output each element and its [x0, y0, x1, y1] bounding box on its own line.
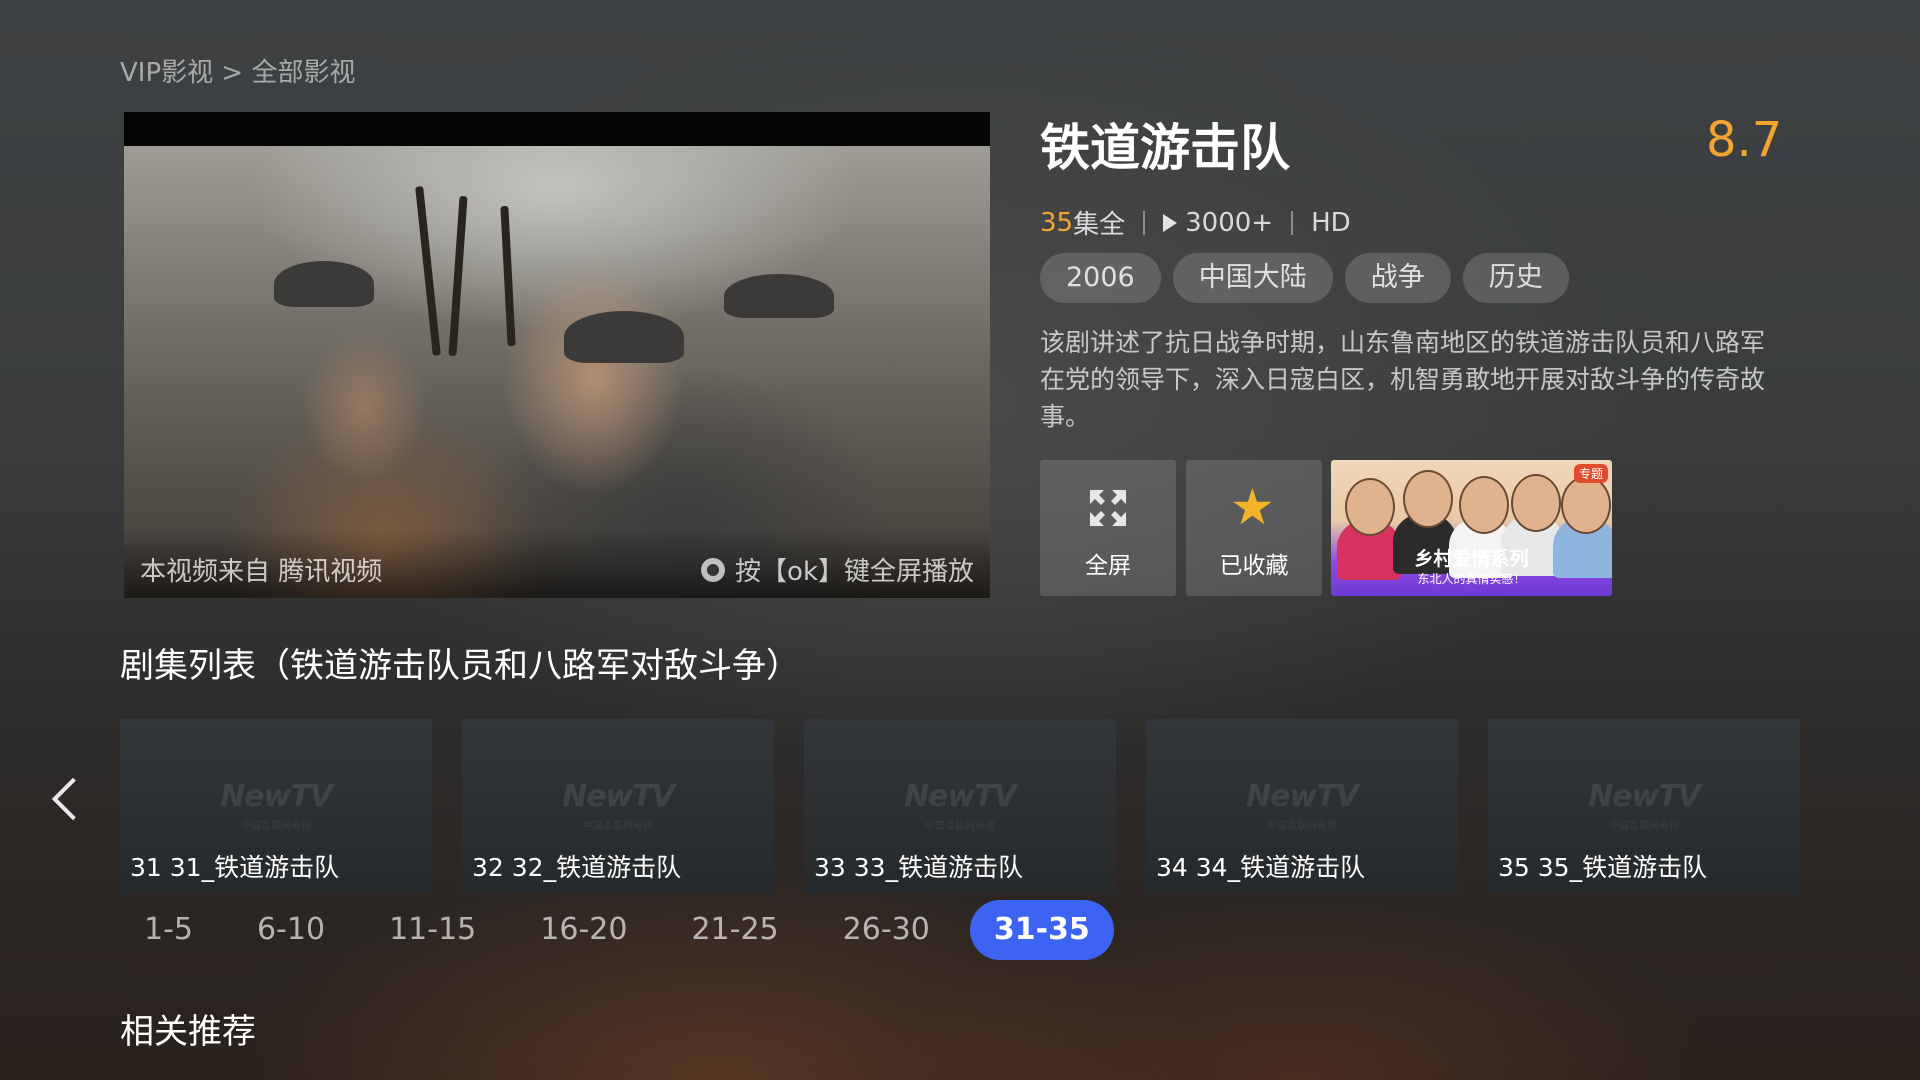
star-icon: ★ [1230, 478, 1275, 536]
promo-title: 乡村爱情系列 [1414, 548, 1529, 570]
episode-label: 33 33_铁道游击队 [814, 853, 1024, 882]
quality-label: HD [1311, 207, 1351, 238]
range-tab-21-25[interactable]: 21-25 [667, 900, 802, 960]
range-tab-6-10[interactable]: 6-10 [233, 900, 349, 960]
fullscreen-label: 全屏 [1085, 553, 1131, 579]
episode-section-title: 剧集列表（铁道游击队员和八路军对敌斗争） [120, 646, 800, 686]
episode-card[interactable]: NewTV 中国互联网电视 35 35_铁道游击队 [1488, 719, 1800, 894]
rating-score: 8.7 [1706, 112, 1783, 168]
episode-label: 31 31_铁道游击队 [130, 853, 340, 882]
favorite-label: 已收藏 [1219, 553, 1289, 579]
newtv-logo-sub: 中国互联网电视 [925, 821, 995, 832]
show-description: 该剧讲述了抗日战争时期，山东鲁南地区的铁道游击队员和八路军在党的领导下，深入日寇… [1040, 328, 1766, 431]
newtv-logo-sub: 中国互联网电视 [1267, 821, 1337, 832]
episode-label: 35 35_铁道游击队 [1498, 853, 1708, 882]
divider [1291, 210, 1294, 235]
range-tab-26-30[interactable]: 26-30 [819, 900, 954, 960]
episode-card[interactable]: NewTV 中国互联网电视 32 32_铁道游击队 [462, 719, 774, 894]
episode-count: 35 [1040, 207, 1074, 238]
episode-label: 32 32_铁道游击队 [472, 853, 682, 882]
episode-card[interactable]: NewTV 中国互联网电视 34 34_铁道游击队 [1146, 719, 1458, 894]
newtv-logo-sub: 中国互联网电视 [241, 821, 311, 832]
tag-year: 2006 [1040, 253, 1161, 303]
fullscreen-hint-text: 按【ok】键全屏播放 [735, 557, 974, 587]
newtv-logo: NewTV [220, 779, 333, 814]
tag-region: 中国大陆 [1172, 253, 1333, 303]
play-count: 3000+ [1185, 207, 1274, 238]
newtv-logo: NewTV [562, 779, 675, 814]
tag-list: 2006 中国大陆 战争 历史 [1040, 253, 1569, 303]
fullscreen-hint: 按【ok】键全屏播放 [701, 551, 974, 588]
favorite-button[interactable]: ★ 已收藏 [1186, 460, 1322, 596]
divider [1143, 210, 1146, 235]
breadcrumb: VIP影视 > 全部影视 [120, 58, 356, 88]
newtv-logo: NewTV [904, 779, 1017, 814]
remote-ok-icon [701, 557, 726, 582]
show-title: 铁道游击队 [1040, 119, 1290, 177]
newtv-logo: NewTV [1246, 779, 1359, 814]
newtv-logo-sub: 中国互联网电视 [1609, 821, 1679, 832]
episode-label: 34 34_铁道游击队 [1156, 853, 1366, 882]
promo-badge: 专题 [1573, 464, 1608, 483]
newtv-logo: NewTV [1588, 779, 1701, 814]
newtv-logo-sub: 中国互联网电视 [583, 821, 653, 832]
play-count-icon [1163, 213, 1178, 232]
fullscreen-button[interactable]: 全屏 [1040, 460, 1176, 596]
tag-genre-war: 战争 [1344, 253, 1451, 303]
letterbox-bar [124, 112, 990, 146]
video-player[interactable]: 本视频来自 腾讯视频 按【ok】键全屏播放 [124, 112, 990, 598]
chevron-left-icon[interactable] [51, 777, 95, 821]
video-source-text: 本视频来自 腾讯视频 [140, 557, 383, 587]
promo-banner[interactable]: 专题 乡村爱情系列 东北人的真情实感！ [1331, 460, 1612, 596]
episode-suffix: 集全 [1073, 210, 1126, 240]
tag-genre-history: 历史 [1462, 253, 1569, 303]
episode-range-tabs: 1-5 6-10 11-15 16-20 21-25 26-30 31-35 [120, 900, 1130, 960]
promo-subtitle: 东北人的真情实感！ [1417, 572, 1526, 586]
related-section-title: 相关推荐 [120, 1012, 256, 1052]
fullscreen-icon [1090, 490, 1126, 526]
episode-card[interactable]: NewTV 中国互联网电视 31 31_铁道游击队 [120, 719, 432, 894]
range-tab-1-5[interactable]: 1-5 [120, 900, 217, 960]
episode-card[interactable]: NewTV 中国互联网电视 33 33_铁道游击队 [804, 719, 1116, 894]
range-tab-31-35[interactable]: 31-35 [969, 900, 1114, 960]
range-tab-11-15[interactable]: 11-15 [365, 900, 500, 960]
show-meta: 35 集全 3000+ HD [1040, 204, 1351, 241]
episode-list: NewTV 中国互联网电视 31 31_铁道游击队 NewTV 中国互联网电视 … [120, 719, 1800, 894]
range-tab-16-20[interactable]: 16-20 [516, 900, 651, 960]
